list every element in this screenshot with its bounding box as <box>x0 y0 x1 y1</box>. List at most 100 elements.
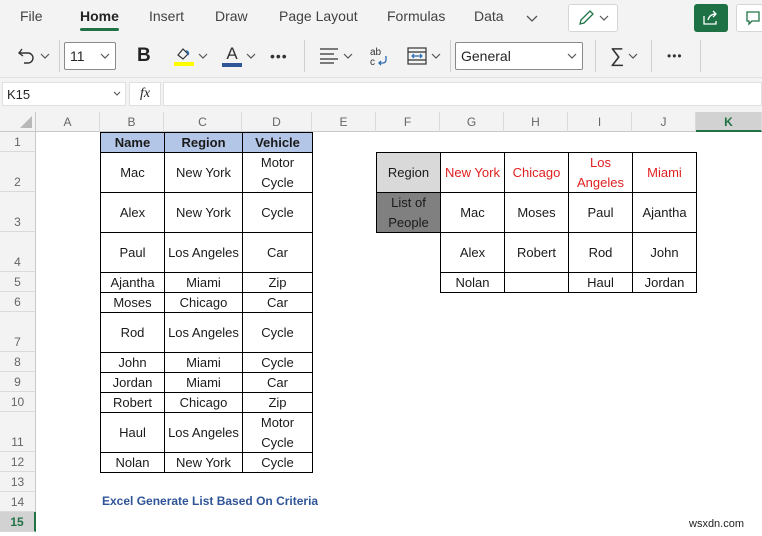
list-of-people-label[interactable]: List of People <box>376 192 441 233</box>
person-cell[interactable]: Nolan <box>440 272 505 293</box>
source-header-name[interactable]: Name <box>100 132 165 153</box>
source-cell[interactable]: Los Angeles <box>164 312 243 353</box>
source-cell[interactable]: Robert <box>100 392 165 413</box>
source-header-region[interactable]: Region <box>164 132 243 153</box>
column-header-h[interactable]: H <box>504 112 568 132</box>
more-tabs-chevron-icon[interactable] <box>526 10 538 26</box>
source-cell[interactable]: Alex <box>100 192 165 233</box>
source-cell[interactable]: Moses <box>100 292 165 313</box>
font-color-button[interactable]: A <box>222 42 256 70</box>
column-header-c[interactable]: C <box>164 112 242 132</box>
column-header-i[interactable]: I <box>568 112 632 132</box>
source-cell[interactable]: Cycle <box>242 312 313 353</box>
source-cell[interactable]: Chicago <box>164 292 243 313</box>
person-cell[interactable] <box>504 272 569 293</box>
source-cell[interactable]: Motor Cycle <box>242 412 313 453</box>
row-header-11[interactable]: 11 <box>0 412 36 452</box>
tab-file[interactable]: File <box>20 8 43 24</box>
tab-home[interactable]: Home <box>80 8 119 31</box>
tab-draw[interactable]: Draw <box>215 8 248 24</box>
more-options-button[interactable]: ••• <box>667 42 683 70</box>
source-header-vehicle[interactable]: Vehicle <box>242 132 313 153</box>
source-cell[interactable]: Motor Cycle <box>242 152 313 193</box>
row-header-5[interactable]: 5 <box>0 272 36 292</box>
person-cell[interactable]: Alex <box>440 232 505 273</box>
row-header-12[interactable]: 12 <box>0 452 36 472</box>
column-header-k[interactable]: K <box>696 112 762 132</box>
person-cell[interactable]: Haul <box>568 272 633 293</box>
source-cell[interactable]: Miami <box>164 272 243 293</box>
align-button[interactable] <box>319 42 353 70</box>
row-header-1[interactable]: 1 <box>0 132 36 152</box>
region-header-miami[interactable]: Miami <box>632 152 697 193</box>
source-cell[interactable]: Miami <box>164 352 243 373</box>
source-cell[interactable]: Zip <box>242 272 313 293</box>
row-header-14[interactable]: 14 <box>0 492 36 512</box>
font-size-select[interactable]: 11 <box>64 42 116 70</box>
tab-insert[interactable]: Insert <box>149 8 184 24</box>
column-header-e[interactable]: E <box>312 112 376 132</box>
region-header-chicago[interactable]: Chicago <box>504 152 569 193</box>
source-cell[interactable]: Cycle <box>242 452 313 473</box>
source-cell[interactable]: Mac <box>100 152 165 193</box>
bold-button[interactable]: B <box>137 42 151 70</box>
tab-formulas[interactable]: Formulas <box>387 8 445 24</box>
tab-data[interactable]: Data <box>474 8 504 24</box>
row-header-13[interactable]: 13 <box>0 472 36 492</box>
source-cell[interactable]: John <box>100 352 165 373</box>
row-header-2[interactable]: 2 <box>0 152 36 192</box>
row-header-6[interactable]: 6 <box>0 292 36 312</box>
region-header-los-angeles[interactable]: Los Angeles <box>568 152 633 193</box>
name-box[interactable]: K15 <box>2 82 126 106</box>
number-format-select[interactable]: General <box>455 42 583 70</box>
source-cell[interactable]: Car <box>242 232 313 273</box>
person-cell[interactable]: Ajantha <box>632 192 697 233</box>
source-cell[interactable]: New York <box>164 452 243 473</box>
person-cell[interactable]: Rod <box>568 232 633 273</box>
source-cell[interactable]: New York <box>164 152 243 193</box>
fill-color-button[interactable] <box>174 42 208 70</box>
formula-input[interactable] <box>163 82 762 106</box>
row-header-7[interactable]: 7 <box>0 312 36 352</box>
source-cell[interactable]: Haul <box>100 412 165 453</box>
editing-mode-button[interactable] <box>568 4 618 32</box>
row-header-10[interactable]: 10 <box>0 392 36 412</box>
undo-button[interactable] <box>16 42 50 70</box>
wrap-text-button[interactable]: ab c <box>368 42 390 70</box>
region-label[interactable]: Region <box>376 152 441 193</box>
source-cell[interactable]: Cycle <box>242 192 313 233</box>
person-cell[interactable]: John <box>632 232 697 273</box>
source-cell[interactable]: Chicago <box>164 392 243 413</box>
tab-page-layout[interactable]: Page Layout <box>279 8 358 24</box>
source-cell[interactable]: Paul <box>100 232 165 273</box>
source-cell[interactable]: Zip <box>242 392 313 413</box>
person-cell[interactable]: Robert <box>504 232 569 273</box>
column-header-j[interactable]: J <box>632 112 696 132</box>
row-header-3[interactable]: 3 <box>0 192 36 232</box>
select-all-corner[interactable] <box>0 112 36 132</box>
person-cell[interactable]: Moses <box>504 192 569 233</box>
source-cell[interactable]: Cycle <box>242 352 313 373</box>
column-header-d[interactable]: D <box>242 112 312 132</box>
insert-function-button[interactable]: fx <box>129 82 161 106</box>
merge-cells-button[interactable] <box>407 42 441 70</box>
column-header-f[interactable]: F <box>376 112 440 132</box>
person-cell[interactable]: Jordan <box>632 272 697 293</box>
row-header-9[interactable]: 9 <box>0 372 36 392</box>
source-cell[interactable]: Miami <box>164 372 243 393</box>
person-cell[interactable]: Paul <box>568 192 633 233</box>
row-header-8[interactable]: 8 <box>0 352 36 372</box>
source-cell[interactable]: Ajantha <box>100 272 165 293</box>
source-cell[interactable]: New York <box>164 192 243 233</box>
source-cell[interactable]: Nolan <box>100 452 165 473</box>
comments-button[interactable] <box>736 4 762 32</box>
column-header-g[interactable]: G <box>440 112 504 132</box>
source-cell[interactable]: Car <box>242 292 313 313</box>
column-header-b[interactable]: B <box>100 112 164 132</box>
source-cell[interactable]: Car <box>242 372 313 393</box>
row-header-4[interactable]: 4 <box>0 232 36 272</box>
row-header-15[interactable]: 15 <box>0 512 36 532</box>
person-cell[interactable]: Mac <box>440 192 505 233</box>
region-header-new-york[interactable]: New York <box>440 152 505 193</box>
share-button[interactable] <box>694 4 728 32</box>
